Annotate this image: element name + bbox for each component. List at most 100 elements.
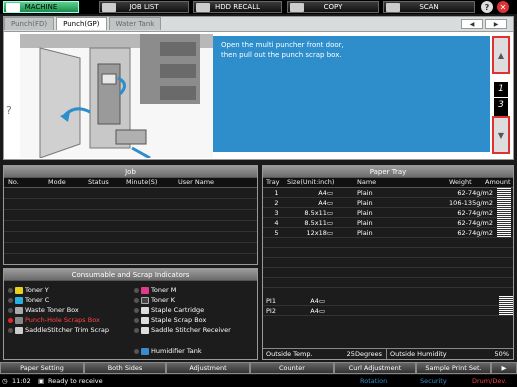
tab-punch-gp[interactable]: Punch(GP) bbox=[56, 17, 107, 30]
copy-tab[interactable]: COPY bbox=[287, 1, 379, 13]
tray-row-empty bbox=[263, 278, 513, 288]
curl-adjustment-button[interactable]: Curl Adjustment bbox=[334, 362, 416, 374]
tray-row[interactable]: 5 12x18▭ Plain 62-74g/m2 bbox=[263, 228, 513, 238]
job-list-tab[interactable]: JOB LIST bbox=[99, 1, 189, 13]
staple-icon bbox=[141, 306, 149, 314]
hdd-recall-tab[interactable]: HDD RECALL bbox=[193, 1, 282, 13]
col-status: Status bbox=[88, 178, 109, 186]
amount-gauge bbox=[499, 306, 513, 315]
paper-setting-button[interactable]: Paper Setting bbox=[0, 362, 84, 374]
toner-c: Toner C bbox=[8, 295, 49, 305]
tray-row[interactable]: 4 8.5x11▭ Plain 62-74g/m2 bbox=[263, 218, 513, 228]
tray-row-empty bbox=[263, 258, 513, 268]
outside-temp-value: 25Degrees bbox=[327, 349, 387, 359]
alert-dot bbox=[8, 317, 13, 323]
hdd-icon bbox=[196, 3, 210, 12]
top-bar: MACHINE JOB LIST HDD RECALL COPY SCAN ? … bbox=[0, 0, 517, 14]
job-row bbox=[4, 243, 257, 254]
outside-humidity-label: Outside Humidity bbox=[390, 350, 447, 358]
job-columns: No. Mode Status Minute(S) User Name bbox=[4, 178, 257, 188]
puncher-illustration bbox=[20, 34, 213, 160]
page-up-button[interactable]: ▲ bbox=[492, 36, 510, 74]
status-bar: ◷ 11:02 ▣ Ready to receive Rotation Secu… bbox=[0, 375, 517, 387]
pi-row[interactable]: PI1 A4▭ bbox=[263, 296, 513, 306]
clock: 11:02 bbox=[12, 377, 31, 385]
toner-m: Toner M bbox=[134, 285, 176, 295]
rotation-status: Rotation bbox=[360, 377, 388, 385]
counter-button[interactable]: Counter bbox=[250, 362, 334, 374]
toner-icon bbox=[15, 296, 23, 304]
amount-gauge bbox=[497, 188, 511, 197]
job-list-icon bbox=[102, 3, 116, 12]
job-row bbox=[4, 210, 257, 221]
next-tab-button[interactable]: ▶ bbox=[485, 19, 507, 29]
status-dot bbox=[134, 348, 139, 354]
guidance-content: ? Open the multi puncher front door, the… bbox=[4, 31, 513, 160]
job-row bbox=[4, 188, 257, 199]
status-dot bbox=[8, 297, 13, 303]
outside-temp-label: Outside Temp. bbox=[266, 350, 313, 358]
trash-icon bbox=[15, 326, 23, 334]
waste-toner-box: Waste Toner Box bbox=[8, 305, 79, 315]
more-button[interactable]: ▶ bbox=[491, 362, 517, 374]
machine-icon bbox=[6, 3, 20, 12]
staple-icon bbox=[141, 316, 149, 324]
copy-icon bbox=[290, 3, 304, 12]
tab-nav: ◀ ▶ bbox=[461, 19, 507, 29]
amount-gauge bbox=[497, 198, 511, 207]
adjustment-button[interactable]: Adjustment bbox=[166, 362, 250, 374]
col-no: No. bbox=[8, 178, 19, 186]
paper-tray-section: Paper Tray Tray Size(Unit:inch) Name Wei… bbox=[262, 165, 514, 360]
prev-tab-button[interactable]: ◀ bbox=[461, 19, 483, 29]
staple-cartridge: Staple Cartridge bbox=[134, 305, 204, 315]
saddle-trim-scrap: SaddleStitcher Trim Scrap bbox=[8, 325, 109, 335]
clock-icon: ◷ bbox=[2, 377, 8, 385]
tray-row[interactable]: 2 A4▭ Plain 106-135g/m2 bbox=[263, 198, 513, 208]
job-row bbox=[4, 221, 257, 232]
box-icon bbox=[15, 306, 23, 314]
instruction-box: Open the multi puncher front door, then … bbox=[213, 36, 490, 152]
col-amount: Amount bbox=[485, 178, 511, 186]
receiver-icon bbox=[141, 326, 149, 334]
punch-hole-scraps-box: Punch-Hole Scraps Box bbox=[8, 315, 100, 325]
outside-humidity-value: 50% bbox=[494, 350, 509, 358]
help-icon[interactable]: ? bbox=[6, 104, 12, 117]
col-weight: Weight bbox=[449, 178, 472, 186]
total-pages: 3 bbox=[494, 97, 508, 113]
punch-icon bbox=[15, 316, 23, 324]
pi-row[interactable]: PI2 A4▭ bbox=[263, 306, 513, 316]
scan-tab[interactable]: SCAN bbox=[383, 1, 475, 13]
tab-water-tank[interactable]: Water Tank bbox=[108, 17, 162, 30]
status-dot bbox=[8, 287, 13, 293]
status-dot bbox=[134, 327, 139, 333]
paper-tray-title: Paper Tray bbox=[263, 166, 513, 178]
col-tray: Tray bbox=[266, 178, 280, 186]
page-down-button[interactable]: ▼ bbox=[492, 116, 510, 154]
status-dot bbox=[134, 307, 139, 313]
consumables-section: Consumable and Scrap Indicators Toner Y … bbox=[3, 268, 258, 360]
tray-row[interactable]: 3 8.5x11▭ Plain 62-74g/m2 bbox=[263, 208, 513, 218]
guidance-panel: Punch(FD) Punch(GP) Water Tank ◀ ▶ ? Ope… bbox=[3, 16, 514, 160]
state-icon: ▣ bbox=[38, 377, 45, 385]
job-row bbox=[4, 232, 257, 243]
tab-punch-fd[interactable]: Punch(FD) bbox=[4, 17, 55, 30]
status-dot bbox=[134, 297, 139, 303]
saddle-stitcher-receiver: Saddle Stitcher Receiver bbox=[134, 325, 231, 335]
sample-print-set-button[interactable]: Sample Print Set. bbox=[416, 362, 491, 374]
machine-tab[interactable]: MACHINE bbox=[3, 1, 79, 13]
job-title: Job bbox=[4, 166, 257, 178]
consumables-title: Consumable and Scrap Indicators bbox=[4, 269, 257, 281]
tray-row-empty bbox=[263, 268, 513, 278]
tray-row-empty bbox=[263, 248, 513, 258]
col-mode: Mode bbox=[48, 178, 66, 186]
tray-row[interactable]: 1 A4▭ Plain 62-74g/m2 bbox=[263, 188, 513, 198]
close-button[interactable]: ✕ bbox=[497, 1, 509, 13]
col-minute: Minute(S) bbox=[126, 178, 158, 186]
both-sides-button[interactable]: Both Sides bbox=[84, 362, 166, 374]
bottom-bar: Paper Setting Both Sides Adjustment Coun… bbox=[0, 362, 517, 374]
help-button[interactable]: ? bbox=[481, 1, 493, 13]
current-page: 1 bbox=[498, 84, 504, 94]
toner-k: Toner K bbox=[134, 295, 175, 305]
pager: ▲ 1 3 ▼ bbox=[492, 36, 510, 154]
tray-list: 1 A4▭ Plain 62-74g/m2 2 A4▭ Plain 106-135g/m2 3 8… bbox=[263, 188, 513, 288]
